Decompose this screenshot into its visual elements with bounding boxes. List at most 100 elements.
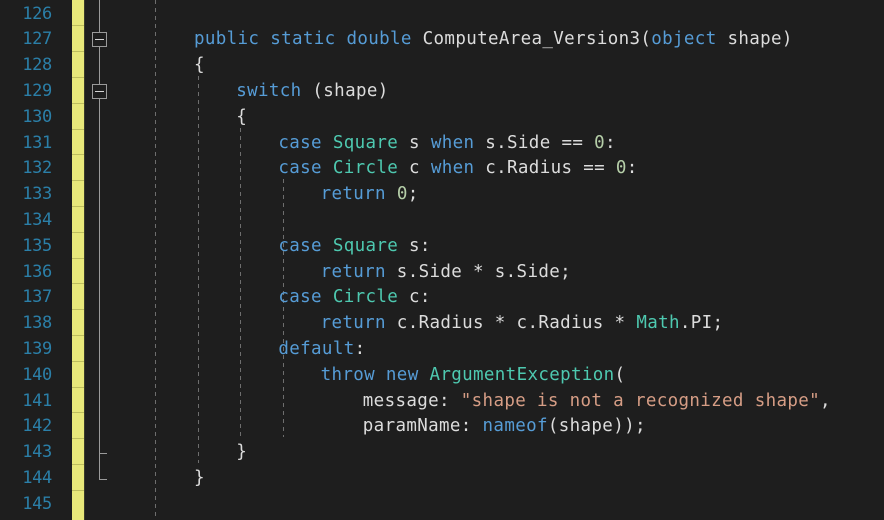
code-token-pln: ComputeArea_Version3	[422, 29, 641, 50]
code-line[interactable]: return c.Radius * c.Radius * Math.PI;	[321, 311, 724, 337]
change-bar-segment	[72, 489, 84, 491]
code-token-pln: :	[626, 158, 638, 179]
change-bar-segment	[72, 412, 84, 414]
code-token-num: 0	[396, 184, 408, 205]
code-line[interactable]: switch (shape)	[236, 79, 388, 105]
change-bar-segment	[72, 128, 84, 130]
change-bar-segment	[72, 463, 84, 465]
code-token-kw: new	[385, 364, 419, 385]
code-token-pln	[412, 29, 423, 49]
change-bar-segment	[72, 283, 84, 285]
line-number: 130	[22, 106, 52, 127]
code-token-str: "shape is not a recognized shape"	[460, 390, 821, 411]
change-bar-segment	[72, 231, 84, 233]
code-line[interactable]: throw new ArgumentException(	[321, 363, 626, 389]
fold-region-end-marker	[99, 478, 107, 480]
code-token-kw: case	[278, 158, 322, 179]
line-number: 132	[22, 158, 52, 179]
code-token-pln	[322, 287, 333, 307]
code-line[interactable]: public static double ComputeArea_Version…	[194, 27, 793, 53]
code-line[interactable]: }	[236, 440, 247, 466]
folding-margin[interactable]	[88, 0, 114, 520]
code-surface[interactable]: public static double ComputeArea_Version…	[114, 0, 884, 520]
code-token-pln: c:	[398, 287, 431, 308]
code-token-kw: public	[194, 29, 260, 50]
code-token-kw: return	[320, 261, 386, 282]
change-bar-segment	[72, 309, 84, 311]
code-token-pln	[322, 158, 333, 178]
code-token-kw: static	[270, 29, 336, 50]
code-token-pln: ;	[407, 184, 419, 205]
code-token-kw: case	[278, 287, 322, 308]
code-token-typ: Circle	[332, 158, 399, 179]
code-editor[interactable]: 126 127 128 129 130 131 132 133 134 135 136 137 138 1…	[0, 0, 884, 520]
line-number: 137	[22, 287, 52, 308]
code-token-pln: s	[398, 132, 431, 153]
code-line[interactable]: return 0;	[321, 182, 419, 208]
fold-region-line	[99, 98, 100, 454]
code-token-typ: Math	[636, 313, 680, 334]
line-number-gutter: 126 127 128 129 130 131 132 133 134 135 136 137 138 1…	[0, 0, 70, 520]
code-line[interactable]: case Square s when s.Side == 0:	[278, 131, 616, 157]
change-bar-segment	[72, 51, 84, 53]
change-bar-segment	[72, 334, 84, 336]
code-token-pln: (	[640, 29, 652, 50]
fold-region-line	[99, 0, 100, 33]
line-number: 139	[22, 338, 52, 359]
change-bar-segment	[72, 438, 84, 440]
code-token-kw: object	[651, 29, 717, 50]
change-bar-segment	[72, 360, 84, 362]
code-line[interactable]: default:	[278, 337, 365, 363]
code-line[interactable]: case Circle c when c.Radius == 0:	[278, 156, 637, 182]
code-token-kw: default	[278, 338, 355, 359]
code-token-num: 0	[594, 132, 606, 153]
line-number: 127	[22, 29, 52, 50]
change-bar-segment	[72, 257, 84, 259]
line-number: 129	[22, 80, 52, 101]
line-number: 138	[22, 313, 52, 334]
code-token-pln: .PI;	[679, 313, 724, 334]
code-token-pln: :	[354, 338, 366, 359]
code-token-pln: s.Side ==	[474, 132, 595, 153]
code-token-pln: paramName:	[362, 416, 483, 437]
indent-guide	[198, 75, 199, 463]
change-bar-segment	[72, 154, 84, 156]
line-number: 135	[22, 235, 52, 256]
code-line[interactable]: case Circle c:	[278, 285, 430, 311]
code-line[interactable]: paramName: nameof(shape));	[363, 414, 646, 440]
code-token-pln: (shape));	[547, 416, 646, 437]
code-line[interactable]: case Square s:	[278, 234, 430, 260]
code-line[interactable]: message: "shape is not a recognized shap…	[363, 389, 831, 415]
code-token-typ: Square	[332, 132, 399, 153]
code-token-kw: case	[278, 132, 322, 153]
change-bar-segment	[72, 102, 84, 104]
code-token-pln: )	[377, 80, 389, 101]
code-token-typ: ArgumentException	[429, 364, 615, 385]
code-line[interactable]: return s.Side * s.Side;	[321, 260, 571, 286]
code-token-pln: (	[614, 364, 626, 385]
code-token-pln	[259, 29, 270, 49]
code-token-kw: nameof	[482, 416, 548, 437]
change-bar-edge	[84, 0, 85, 520]
line-number: 141	[22, 390, 52, 411]
code-token-typ: Square	[332, 235, 399, 256]
indent-guide	[155, 0, 156, 520]
code-token-pln	[322, 133, 333, 153]
code-token-pln: :	[605, 132, 616, 153]
code-token-pln: }	[194, 467, 205, 488]
code-line[interactable]: {	[236, 105, 247, 131]
code-token-pln	[717, 29, 728, 49]
fold-region-end-marker	[99, 453, 107, 455]
code-token-num: 0	[615, 158, 627, 179]
indent-guide	[240, 127, 241, 438]
code-line[interactable]: }	[194, 466, 205, 492]
change-bar-segment	[72, 386, 84, 388]
code-token-pln: {	[236, 106, 248, 127]
fold-collapse-toggle[interactable]	[92, 83, 107, 99]
code-token-typ: Circle	[332, 287, 399, 308]
code-token-pln: ,	[820, 390, 831, 411]
code-line[interactable]: {	[194, 53, 205, 79]
line-number: 134	[22, 209, 52, 230]
code-token-pln	[336, 29, 347, 49]
fold-collapse-toggle[interactable]	[92, 32, 107, 48]
